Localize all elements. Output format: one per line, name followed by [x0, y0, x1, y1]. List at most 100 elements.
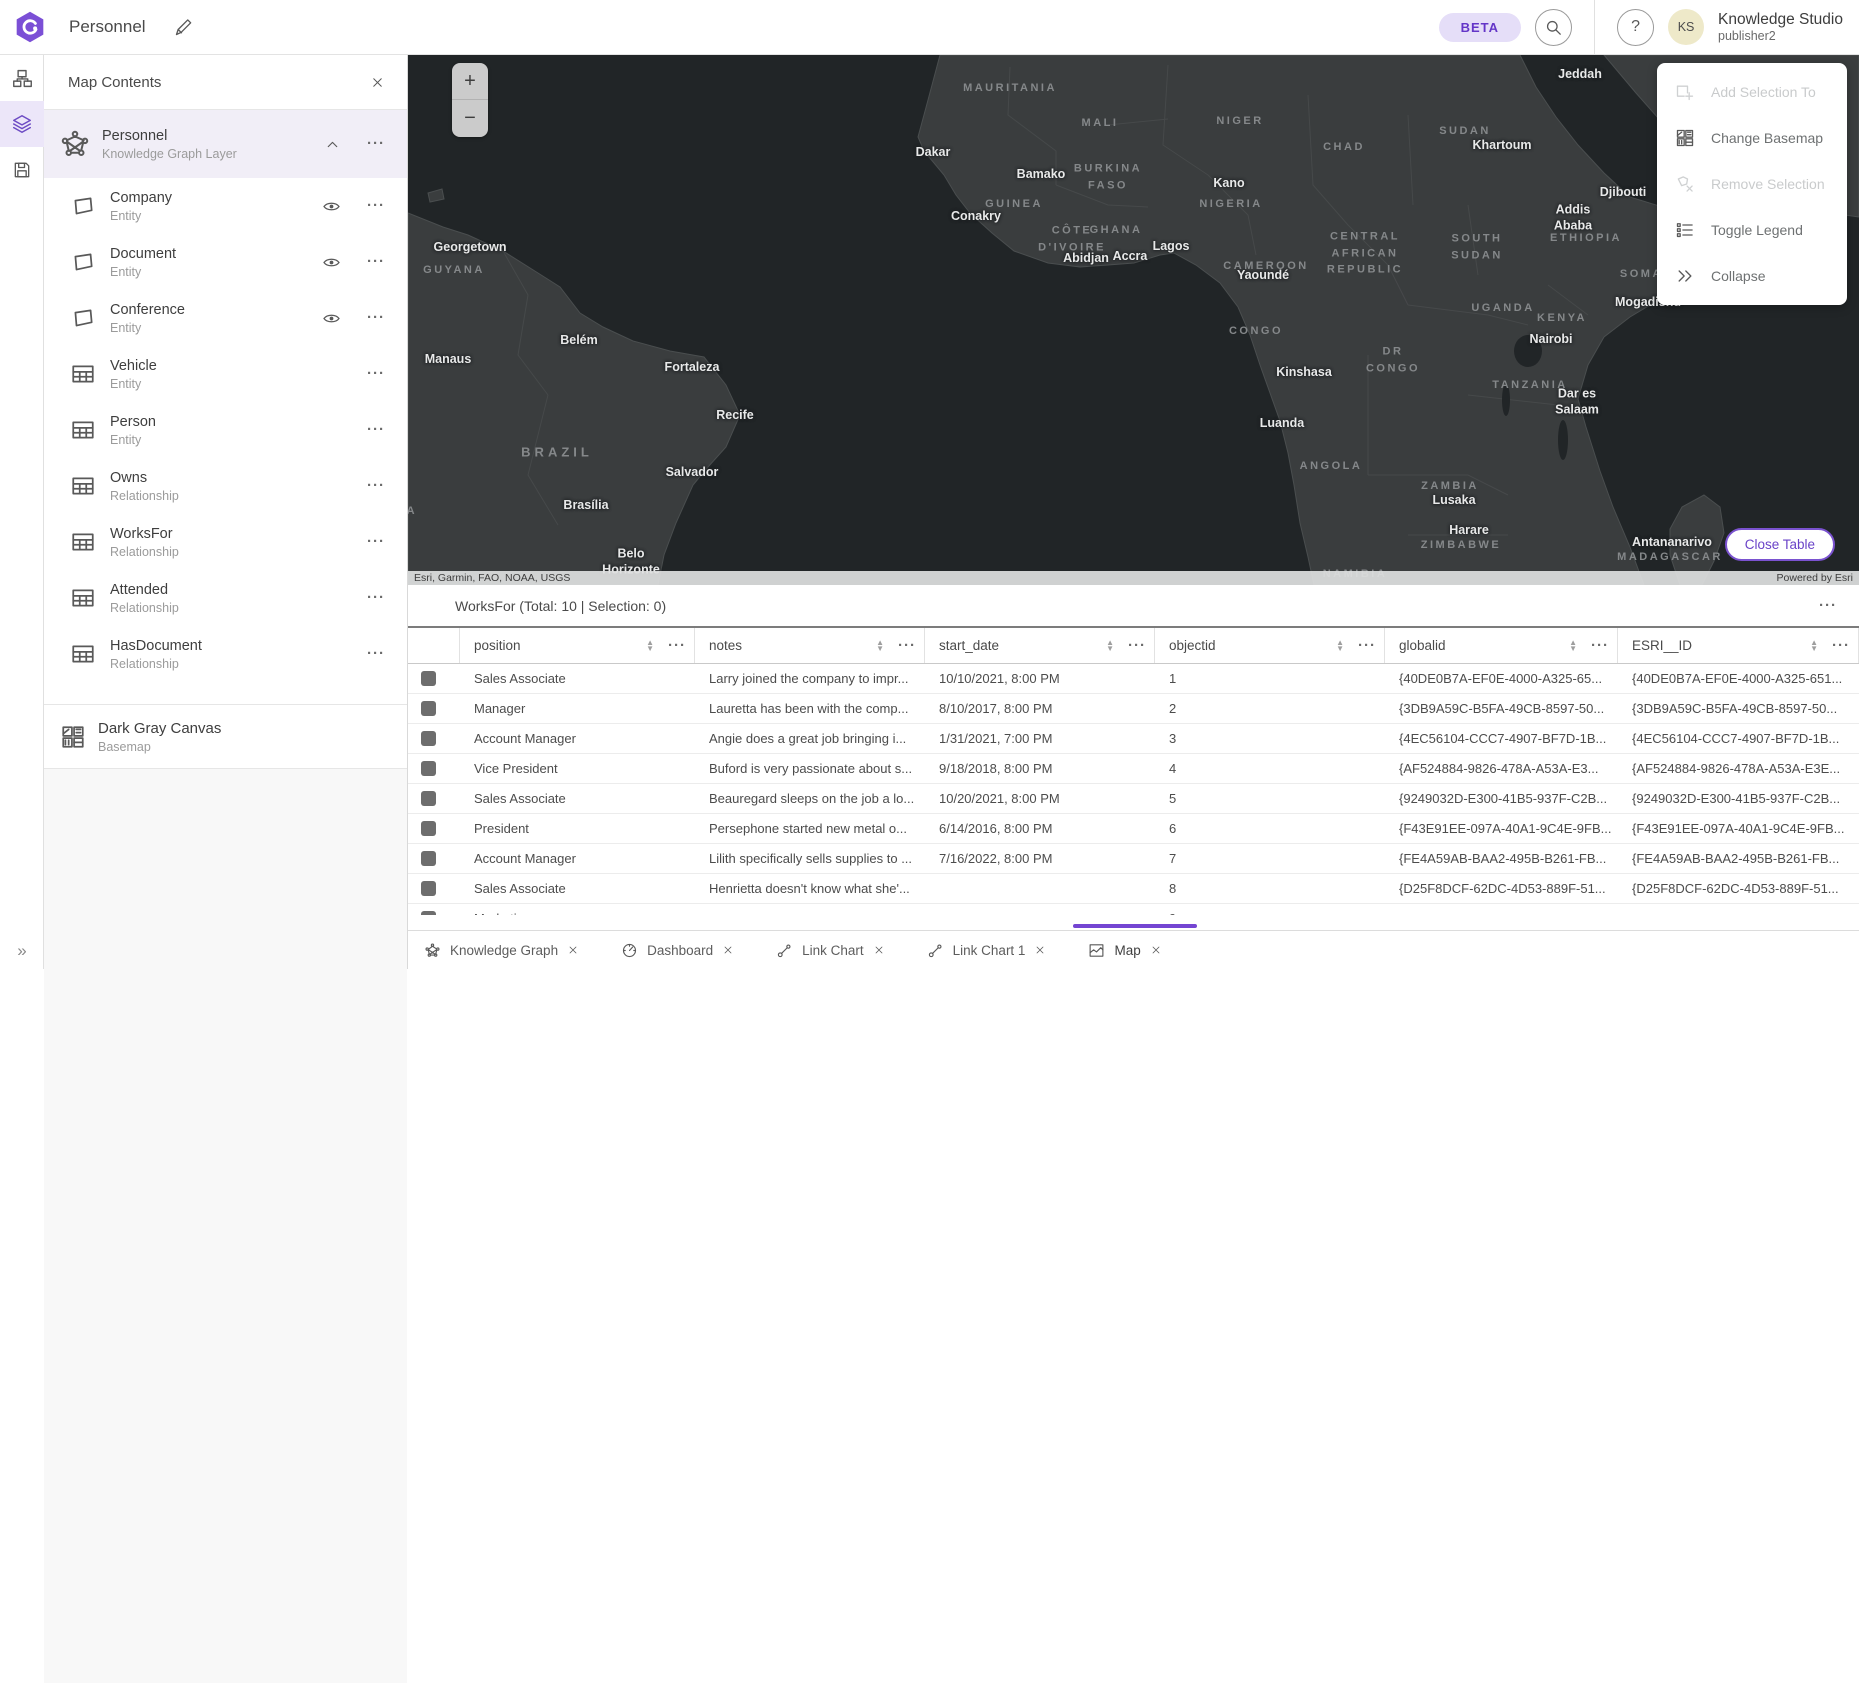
zoom-out-button[interactable]: − — [452, 100, 488, 137]
map-city-label: Dakar — [916, 145, 951, 161]
close-panel-icon[interactable] — [370, 75, 385, 90]
cell-objectid: 1 — [1155, 671, 1385, 686]
layer-row[interactable]: WorksFor Relationship — [44, 514, 407, 570]
sort-icon[interactable]: ▲▼ — [646, 640, 654, 652]
basemap-row[interactable]: Dark Gray Canvas Basemap — [44, 705, 407, 769]
close-tab-icon[interactable] — [567, 944, 579, 956]
row-checkbox[interactable] — [421, 881, 436, 896]
close-tab-icon[interactable] — [1034, 944, 1046, 956]
expand-rail-button[interactable]: » — [0, 941, 44, 961]
view-tab[interactable]: Dashboard — [621, 942, 734, 959]
layer-type-icon — [70, 417, 96, 443]
table-options-icon[interactable] — [1819, 601, 1837, 611]
visibility-eye-icon[interactable] — [322, 253, 341, 272]
user-avatar[interactable]: KS — [1668, 9, 1704, 45]
layer-options-icon[interactable] — [367, 649, 385, 659]
cell-objectid: 2 — [1155, 701, 1385, 716]
column-label: notes — [709, 638, 742, 653]
sort-icon[interactable]: ▲▼ — [1336, 640, 1344, 652]
column-options-icon[interactable] — [898, 641, 916, 651]
view-tab[interactable]: Link Chart 1 — [927, 942, 1047, 959]
column-options-icon[interactable] — [1358, 641, 1376, 651]
rail-data-model-button[interactable] — [0, 55, 44, 101]
sort-icon[interactable]: ▲▼ — [1569, 640, 1577, 652]
map-country-label: UGANDA — [1471, 300, 1534, 317]
row-checkbox[interactable] — [421, 821, 436, 836]
column-options-icon[interactable] — [668, 641, 686, 651]
help-button[interactable]: ? — [1617, 9, 1654, 46]
column-options-icon[interactable] — [1591, 641, 1609, 651]
zoom-in-button[interactable]: + — [452, 63, 488, 100]
edit-title-icon[interactable] — [174, 17, 194, 37]
map-country-label: ZIMBABWE — [1421, 537, 1502, 554]
collapse-group-icon[interactable] — [324, 136, 341, 153]
view-tab[interactable]: Link Chart — [776, 942, 885, 959]
horizontal-scrollbar-thumb[interactable] — [1073, 924, 1197, 928]
layer-row[interactable]: Conference Entity — [44, 290, 407, 346]
layer-options-icon[interactable] — [367, 201, 385, 211]
menu-item[interactable]: Change Basemap — [1657, 115, 1847, 161]
view-tab[interactable]: Map — [1088, 942, 1161, 959]
layer-options-icon[interactable] — [367, 481, 385, 491]
group-layer-row[interactable]: Personnel Knowledge Graph Layer — [44, 110, 407, 178]
sort-icon[interactable]: ▲▼ — [1106, 640, 1114, 652]
layer-options-icon[interactable] — [367, 369, 385, 379]
layer-options-icon[interactable] — [367, 593, 385, 603]
close-table-button[interactable]: Close Table — [1725, 528, 1835, 561]
rail-layers-button[interactable] — [0, 101, 44, 147]
group-options-icon[interactable] — [367, 139, 385, 149]
column-label: position — [474, 638, 521, 653]
row-checkbox[interactable] — [421, 701, 436, 716]
app-logo-icon[interactable] — [13, 10, 47, 44]
map-city-label: Djibouti — [1600, 185, 1647, 201]
close-tab-icon[interactable] — [873, 944, 885, 956]
layer-options-icon[interactable] — [367, 313, 385, 323]
map-country-label: CONGO — [1229, 323, 1283, 340]
view-tab-icon — [424, 942, 441, 959]
map-country-label: KENYA — [1537, 310, 1587, 327]
layer-row[interactable]: Company Entity — [44, 178, 407, 234]
map-country-label: NIGERIA — [1199, 196, 1262, 213]
cell-start_date: 1/31/2021, 7:00 PM — [925, 731, 1155, 746]
attribution-esri: Powered by Esri — [1777, 572, 1853, 584]
sort-icon[interactable]: ▲▼ — [1810, 640, 1818, 652]
cell-objectid: 5 — [1155, 791, 1385, 806]
layer-row[interactable]: Document Entity — [44, 234, 407, 290]
row-checkbox[interactable] — [421, 791, 436, 806]
visibility-eye-icon[interactable] — [322, 197, 341, 216]
layer-row[interactable]: Attended Relationship — [44, 570, 407, 626]
map-country-label: BOLIVIA — [408, 503, 417, 520]
map-country-label: DR CONGO — [1366, 344, 1420, 377]
layer-row[interactable]: Person Entity — [44, 402, 407, 458]
sort-icon[interactable]: ▲▼ — [876, 640, 884, 652]
row-checkbox[interactable] — [421, 671, 436, 686]
group-layer-type: Knowledge Graph Layer — [102, 147, 237, 161]
close-tab-icon[interactable] — [1150, 944, 1162, 956]
row-checkbox[interactable] — [421, 761, 436, 776]
search-button[interactable] — [1535, 9, 1572, 46]
layer-type: Relationship — [110, 601, 179, 615]
map-city-label: Jeddah — [1558, 67, 1602, 83]
account-menu[interactable]: Knowledge Studio publisher2 — [1718, 11, 1843, 43]
view-tab[interactable]: Knowledge Graph — [424, 942, 579, 959]
layer-options-icon[interactable] — [367, 537, 385, 547]
layer-row[interactable]: Owns Relationship — [44, 458, 407, 514]
column-options-icon[interactable] — [1128, 641, 1146, 651]
row-checkbox[interactable] — [421, 851, 436, 866]
visibility-eye-icon[interactable] — [322, 309, 341, 328]
rail-save-button[interactable] — [0, 147, 44, 193]
table-title: WorksFor (Total: 10 | Selection: 0) — [455, 598, 666, 614]
map-canvas[interactable]: JeddahDakarKhartoumBamakoKanoDjiboutiCon… — [408, 55, 1859, 585]
layer-row[interactable]: Vehicle Entity — [44, 346, 407, 402]
layer-options-icon[interactable] — [367, 257, 385, 267]
menu-item[interactable]: Collapse — [1657, 253, 1847, 299]
column-options-icon[interactable] — [1832, 641, 1850, 651]
menu-item[interactable]: Toggle Legend — [1657, 207, 1847, 253]
layer-options-icon[interactable] — [367, 425, 385, 435]
row-checkbox[interactable] — [421, 911, 436, 915]
close-tab-icon[interactable] — [722, 944, 734, 956]
layer-row[interactable]: HasDocument Relationship — [44, 626, 407, 682]
cell-objectid: 7 — [1155, 851, 1385, 866]
cell-notes: Angie does a great job bringing i... — [695, 731, 925, 746]
row-checkbox[interactable] — [421, 731, 436, 746]
